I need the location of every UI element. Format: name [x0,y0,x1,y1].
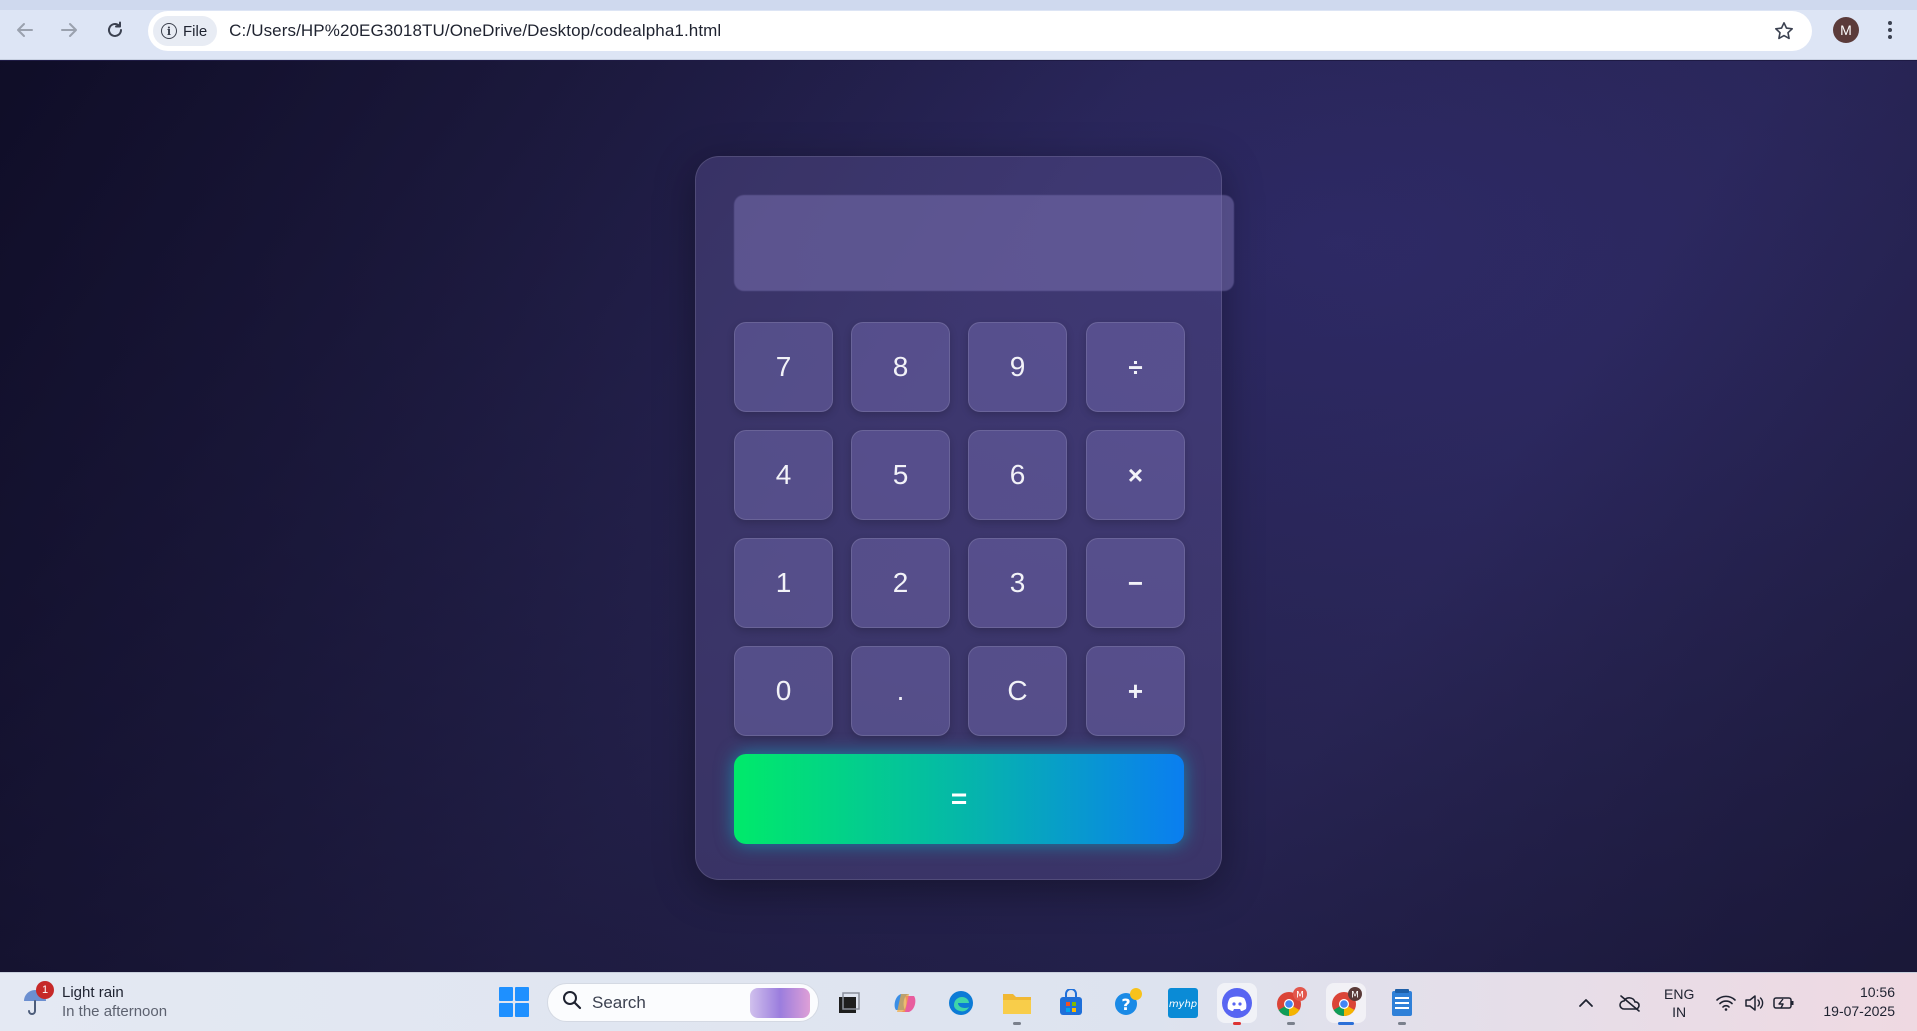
discord-icon [1222,988,1252,1018]
address-bar[interactable]: i File C:/Users/HP%20EG3018TU/OneDrive/D… [148,11,1812,51]
weather-widget[interactable]: 1 Light rain In the afternoon [20,981,167,1023]
chrome-profile-icon: M [1277,987,1307,1016]
tab-strip [0,0,1917,10]
key-digit-1-button[interactable]: 1 [734,538,833,628]
star-icon [1775,22,1793,40]
site-info-chip[interactable]: i File [153,16,218,46]
key-divide-button[interactable]: ÷ [1086,322,1185,412]
edge-button[interactable] [941,983,981,1023]
key-digit-7-button[interactable]: 7 [734,322,833,412]
chevron-up-icon [1579,998,1593,1007]
battery-charging-icon [1773,996,1794,1009]
key-digit-0-button[interactable]: 0 [734,646,833,736]
key-digit-5-button[interactable]: 5 [851,430,950,520]
discord-button[interactable] [1217,983,1257,1025]
onedrive-status[interactable] [1618,973,1642,1031]
quick-settings-button[interactable] [1716,973,1796,1031]
task-view-icon [839,992,860,1013]
wifi-icon [1716,995,1736,1011]
weather-title: Light rain [62,984,124,1001]
show-hidden-icons-button[interactable] [1578,973,1594,1031]
myhp-label: myhp [1169,999,1197,1010]
active-indicator [1338,1022,1354,1025]
back-button[interactable] [9,14,41,46]
windows-logo-tile [515,987,529,1001]
file-explorer-icon [1003,994,1031,1014]
kebab-menu-icon [1888,21,1892,39]
notepad-icon [1392,989,1412,1016]
copilot-icon [894,994,916,1012]
forward-button[interactable] [53,14,85,46]
language-code: ENG [1664,985,1695,1002]
key-digit-6-button[interactable]: 6 [968,430,1067,520]
chrome-button[interactable]: M [1326,983,1366,1025]
windows-logo-tile [499,1003,513,1017]
chrome-profile-button[interactable]: M [1271,983,1311,1025]
windows-logo-tile [515,1003,529,1017]
taskbar: 1 Light rain In the afternoon Search ? m… [0,972,1917,1031]
running-indicator [1398,1022,1406,1025]
arrow-left-icon [17,23,33,37]
reload-icon [108,21,122,37]
weather-subtitle: In the afternoon [62,1003,168,1020]
chrome-profile-badge: M [1296,991,1304,1001]
umbrella-icon: 1 [20,981,54,1017]
search-icon [562,990,582,1016]
reload-button[interactable] [99,14,131,46]
browser-toolbar: i File C:/Users/HP%20EG3018TU/OneDrive/D… [0,0,1917,60]
language-region: IN [1672,1003,1687,1020]
key-decimal-button[interactable]: . [851,646,950,736]
weather-badge: 1 [36,981,54,999]
key-clear-button[interactable]: C [968,646,1067,736]
search-placeholder: Search [592,992,646,1012]
windows-logo-tile [499,987,513,1001]
running-indicator [1233,1022,1241,1025]
onedrive-offline-icon [1619,994,1640,1012]
task-view-button[interactable] [829,983,869,1023]
key-digit-9-button[interactable]: 9 [968,322,1067,412]
key-digit-2-button[interactable]: 2 [851,538,950,628]
calculator-display [734,195,1234,291]
help-icon: ? [1115,988,1142,1015]
key-add-button[interactable]: + [1086,646,1185,736]
myhp-icon: myhp [1168,988,1198,1018]
system-clock[interactable]: 10:56 19-07-2025 [1823,983,1895,1021]
equals-button[interactable]: = [734,754,1184,844]
profile-avatar[interactable]: M [1833,17,1859,43]
clock-time: 10:56 [1859,984,1895,1000]
get-help-button[interactable]: ? [1107,983,1147,1023]
volume-icon [1745,994,1764,1011]
site-info-label: File [183,22,208,40]
file-explorer-button[interactable] [997,983,1037,1025]
myhp-button[interactable]: myhp [1163,983,1203,1023]
key-subtract-button[interactable]: − [1086,538,1185,628]
key-multiply-button[interactable]: × [1086,430,1185,520]
start-button[interactable] [499,987,529,1017]
language-indicator[interactable]: ENG IN [1664,973,1694,1031]
running-indicator [1013,1022,1021,1025]
calculator: 7 8 9 ÷ 4 5 6 × 1 2 3− 0. C + = [695,156,1234,880]
search-highlight-image [750,988,810,1018]
arrow-right-icon [61,23,77,37]
key-digit-4-button[interactable]: 4 [734,430,833,520]
key-digit-8-button[interactable]: 8 [851,322,950,412]
microsoft-store-icon [1060,989,1082,1015]
copilot-button[interactable] [885,983,925,1023]
browser-menu-button[interactable] [1878,16,1902,44]
chrome-icon: M [1332,987,1362,1016]
notepad-button[interactable] [1382,983,1422,1025]
edge-icon [949,991,973,1015]
info-icon: i [161,23,177,39]
bookmark-button[interactable] [1770,17,1798,45]
page-viewport: 7 8 9 ÷ 4 5 6 × 1 2 3− 0. C + = [0,61,1917,972]
svg-text:?: ? [1121,995,1130,1014]
clock-date: 19-07-2025 [1823,1003,1895,1019]
url-text[interactable]: C:/Users/HP%20EG3018TU/OneDrive/Desktop/… [229,21,721,41]
key-digit-3-button[interactable]: 3 [968,538,1067,628]
microsoft-store-button[interactable] [1051,983,1091,1023]
running-indicator [1287,1022,1295,1025]
chrome-active-badge: M [1351,991,1359,1001]
taskbar-search[interactable]: Search [547,983,819,1022]
